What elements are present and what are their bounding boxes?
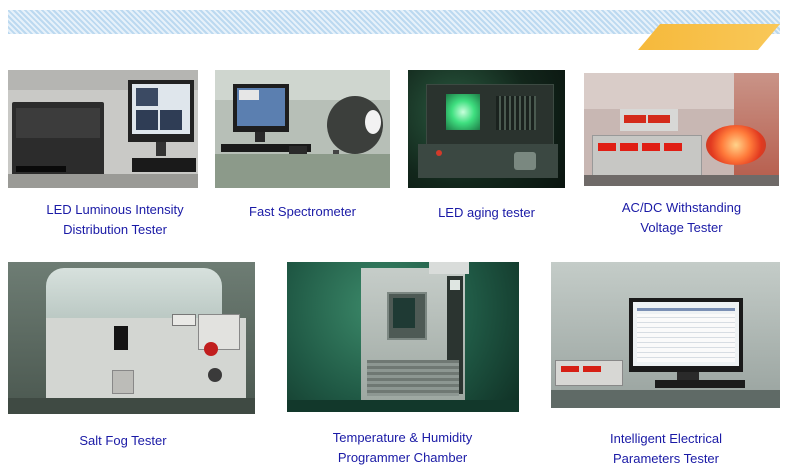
caption-fast-spectrometer: Fast Spectrometer — [249, 204, 356, 219]
caption-salt-fog-tester: Salt Fog Tester — [79, 433, 167, 448]
led-luminous-intensity-tester-photo — [8, 70, 198, 188]
salt-fog-tester-photo — [8, 262, 255, 414]
caption-led-aging-tester: LED aging tester — [438, 205, 535, 220]
electrical-parameters-tester-photo — [551, 262, 780, 408]
caption-temperature-humidity-chamber: Temperature & Humidity Programmer Chambe… — [332, 430, 473, 465]
withstanding-voltage-tester-photo — [584, 73, 779, 186]
caption-electrical-parameters-tester: Intelligent Electrical Parameters Tester — [610, 431, 722, 466]
temperature-humidity-chamber-photo — [287, 262, 519, 412]
caption-withstanding-voltage-tester: AC/DC Withstanding Voltage Tester — [621, 200, 742, 235]
caption-led-luminous-intensity-tester: LED Luminous Intensity Distribution Test… — [46, 202, 184, 237]
fast-spectrometer-photo — [215, 70, 390, 188]
banner-accent — [638, 24, 780, 50]
led-aging-tester-photo — [408, 70, 565, 188]
